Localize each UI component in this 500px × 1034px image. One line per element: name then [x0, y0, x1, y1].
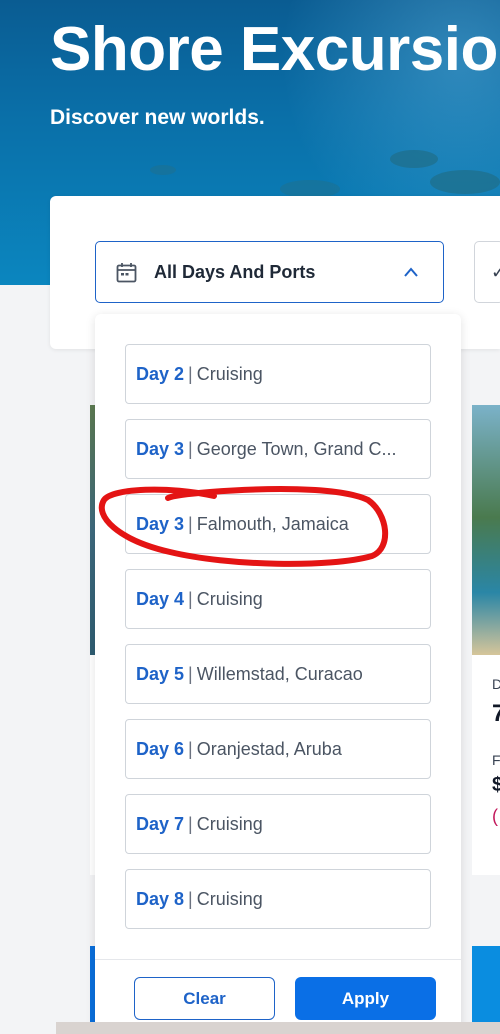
option-separator: |: [188, 363, 193, 384]
option-port: Cruising: [196, 813, 263, 834]
day-port-option[interactable]: Day 4 | Cruising: [125, 569, 431, 629]
day-port-option[interactable]: Day 5 | Willemstad, Curacao: [125, 644, 431, 704]
day-port-option[interactable]: Day 3 | George Town, Grand C...: [125, 419, 431, 479]
excursion-card[interactable]: [472, 405, 500, 875]
card-duration-value: 7: [492, 700, 500, 727]
taskbar: [56, 1022, 500, 1034]
filter-dropdown[interactable]: ✓: [474, 241, 500, 303]
option-separator: |: [188, 888, 193, 909]
option-port: Willemstad, Curacao: [196, 663, 363, 684]
day-port-option[interactable]: Day 7 | Cruising: [125, 794, 431, 854]
option-separator: |: [188, 588, 193, 609]
option-port: Cruising: [196, 888, 263, 909]
option-day: Day 3: [136, 438, 185, 459]
option-day: Day 5: [136, 663, 185, 684]
day-port-option[interactable]: Day 6 | Oranjestad, Aruba: [125, 719, 431, 779]
card-duration-label: D: [492, 676, 500, 692]
calendar-icon: [116, 263, 137, 283]
option-day: Day 6: [136, 738, 185, 759]
card-price-note: (: [492, 806, 498, 826]
option-day: Day 8: [136, 888, 185, 909]
day-port-option[interactable]: Day 3 | Falmouth, Jamaica: [125, 494, 431, 554]
option-port: George Town, Grand C...: [196, 438, 397, 459]
page-subtitle: Discover new worlds.: [50, 106, 265, 129]
option-port: Falmouth, Jamaica: [196, 513, 349, 534]
option-port: Cruising: [196, 588, 263, 609]
menu-divider: [95, 959, 461, 960]
card-price-value: $: [492, 774, 500, 796]
days-ports-dropdown[interactable]: All Days And Ports: [95, 241, 444, 303]
days-ports-label: All Days And Ports: [154, 262, 316, 282]
day-port-option[interactable]: Day 8 | Cruising: [125, 869, 431, 929]
option-day: Day 4: [136, 588, 185, 609]
option-port: Oranjestad, Aruba: [196, 738, 342, 759]
excursion-image: [472, 405, 500, 655]
check-icon: ✓: [491, 262, 500, 282]
option-separator: |: [188, 738, 193, 759]
option-day: Day 2: [136, 363, 185, 384]
option-separator: |: [188, 813, 193, 834]
days-ports-menu: Day 2 | Cruising Day 3 | George Town, Grand C…: [95, 314, 461, 1034]
clear-button[interactable]: Clear: [134, 977, 275, 1020]
option-port: Cruising: [196, 363, 263, 384]
excursion-card[interactable]: [472, 946, 500, 1026]
option-separator: |: [188, 663, 193, 684]
chevron-up-icon: [404, 267, 418, 277]
card-price-label: F: [492, 752, 500, 768]
option-day: Day 7: [136, 813, 185, 834]
page-title: Shore Excursions: [50, 15, 500, 84]
day-port-option[interactable]: Day 2 | Cruising: [125, 344, 431, 404]
option-separator: |: [188, 438, 193, 459]
option-day: Day 3: [136, 513, 185, 534]
apply-button[interactable]: Apply: [295, 977, 436, 1020]
option-separator: |: [188, 513, 193, 534]
